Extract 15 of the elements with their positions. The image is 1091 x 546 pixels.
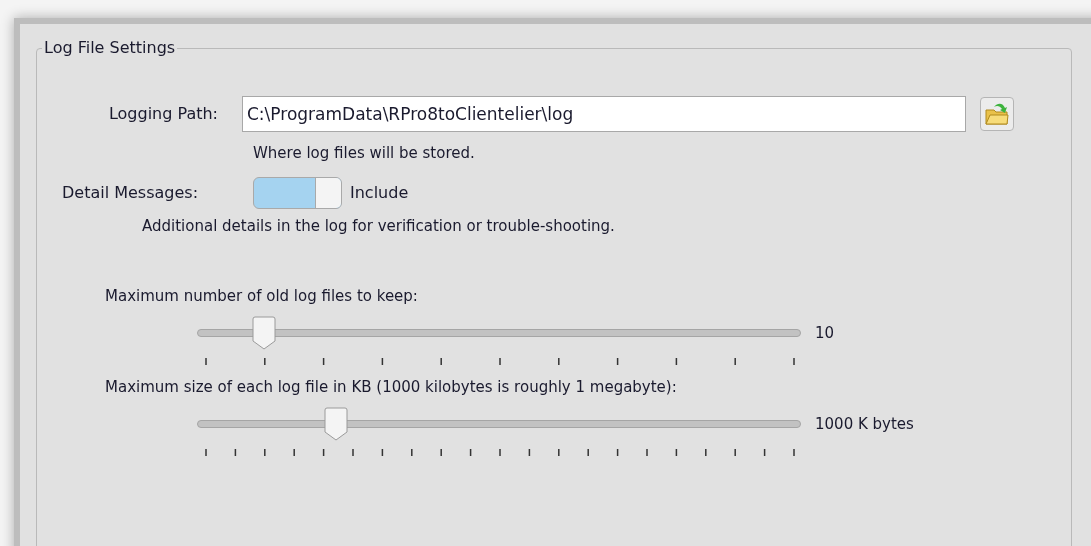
slider-thumb[interactable] [324, 406, 349, 441]
hint-text: Where log files will be stored. [253, 143, 476, 164]
slider-label: Maximum size of each log file in KB (1000 kilobytes is roughly 1 megabyte): [105, 377, 678, 398]
slider-value: 1000 K bytes [815, 413, 914, 435]
path-field[interactable]: C:\ProgramData\RPro8toClientelier\log [242, 96, 966, 132]
field-label: Detail Messages: [62, 181, 200, 204]
folder-icon [984, 101, 1010, 127]
browse-button[interactable] [980, 97, 1014, 131]
slider-value: 10 [815, 322, 835, 344]
slider-label: Maximum number of old log files to keep: [105, 286, 419, 307]
toggle-switch[interactable] [253, 176, 342, 209]
toggle-label: Include [350, 181, 409, 204]
description-text: Additional details in the log for verification or trouble-shooting. [142, 215, 616, 237]
field-label: Logging Path: [107, 103, 218, 125]
slider-thumb[interactable] [252, 315, 277, 350]
